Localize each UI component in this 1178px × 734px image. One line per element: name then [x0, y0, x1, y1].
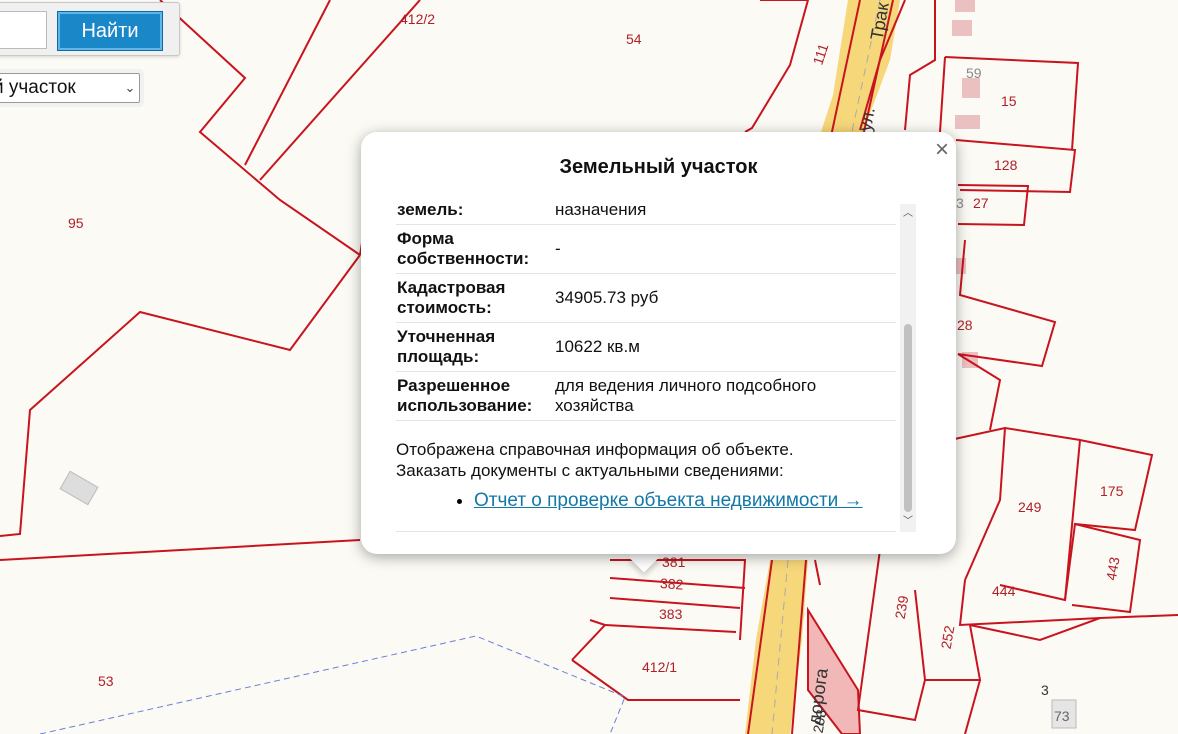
parcel-label: 27	[973, 195, 989, 211]
parcel-label: 249	[1018, 499, 1042, 515]
search-input[interactable]	[0, 11, 47, 49]
list-item: Отчет о проверке объекта недвижимости →	[474, 489, 896, 513]
parcel-label: 175	[1100, 483, 1124, 499]
property-key: Уточненная площадь:	[396, 322, 550, 372]
scroll-thumb[interactable]	[904, 324, 912, 512]
parcel-label: 54	[626, 31, 642, 47]
parcel-label: 381	[662, 554, 686, 570]
popup-scrollbar[interactable]: ︿ ﹀	[900, 204, 916, 532]
report-link[interactable]: Отчет о проверке объекта недвижимости →	[474, 490, 863, 511]
scroll-up-icon[interactable]: ︿	[900, 206, 916, 222]
search-panel: Найти	[0, 2, 180, 56]
property-value: для ведения личного подсобного хозяйства	[550, 371, 896, 421]
info-line: Заказать документы с актуальными сведени…	[396, 460, 784, 480]
table-row: Форма собственности: -	[396, 224, 896, 274]
divider	[396, 531, 896, 532]
property-value: 10622 кв.м	[550, 322, 896, 372]
table-row: Кадастровая стоимость: 34905.73 руб	[396, 273, 896, 323]
parcel-label: 412/1	[642, 659, 677, 675]
parcel-label: 59	[966, 65, 982, 81]
property-key: Кадастровая стоимость:	[396, 273, 550, 323]
parcel-label: 444	[992, 583, 1016, 599]
property-key: Форма собственности:	[396, 224, 550, 274]
parcel-label: 15	[1001, 93, 1017, 109]
parcel-label: 95	[68, 215, 84, 231]
parcel-label: 73	[1054, 708, 1070, 724]
parcel-label: 3	[1041, 682, 1049, 698]
object-type-select-value: й участок	[0, 77, 76, 98]
parcel-label: 383	[659, 606, 683, 622]
popup-content: земель: назначения Форма собственности: …	[396, 202, 896, 513]
property-value: 34905.73 руб	[550, 273, 896, 323]
scroll-down-icon[interactable]: ﹀	[900, 514, 916, 530]
property-key: земель:	[396, 202, 550, 225]
report-list: Отчет о проверке объекта недвижимости →	[396, 489, 896, 513]
parcel-label: 128	[994, 157, 1018, 173]
chevron-down-icon: ⌄	[124, 80, 136, 95]
properties-table: земель: назначения Форма собственности: …	[396, 202, 896, 421]
parcel-label: 3	[956, 195, 964, 211]
parcel-info-popup: × Земельный участок земель: назначения Ф…	[361, 132, 956, 554]
popup-scroll-area[interactable]: земель: назначения Форма собственности: …	[396, 202, 918, 532]
parcel-label: 53	[98, 673, 114, 689]
street-label: ул.	[855, 106, 879, 133]
parcel-label: 28	[957, 317, 973, 333]
parcel-label: 412/2	[400, 11, 435, 27]
property-value: -	[550, 224, 896, 274]
info-line: Отображена справочная информация об объе…	[396, 439, 794, 459]
search-button[interactable]: Найти	[57, 11, 163, 51]
object-type-select[interactable]: й участок ⌄	[0, 73, 140, 103]
table-row: Уточненная площадь: 10622 кв.м	[396, 322, 896, 372]
property-key: Разрешенное использование:	[396, 371, 550, 421]
table-row: Разрешенное использование: для ведения л…	[396, 371, 896, 421]
parcel-label: 382	[660, 575, 685, 593]
popup-title: Земельный участок	[559, 156, 758, 178]
property-value: назначения	[550, 202, 896, 225]
table-row: земель: назначения	[396, 202, 896, 225]
info-text: Отображена справочная информация об объе…	[396, 439, 896, 481]
